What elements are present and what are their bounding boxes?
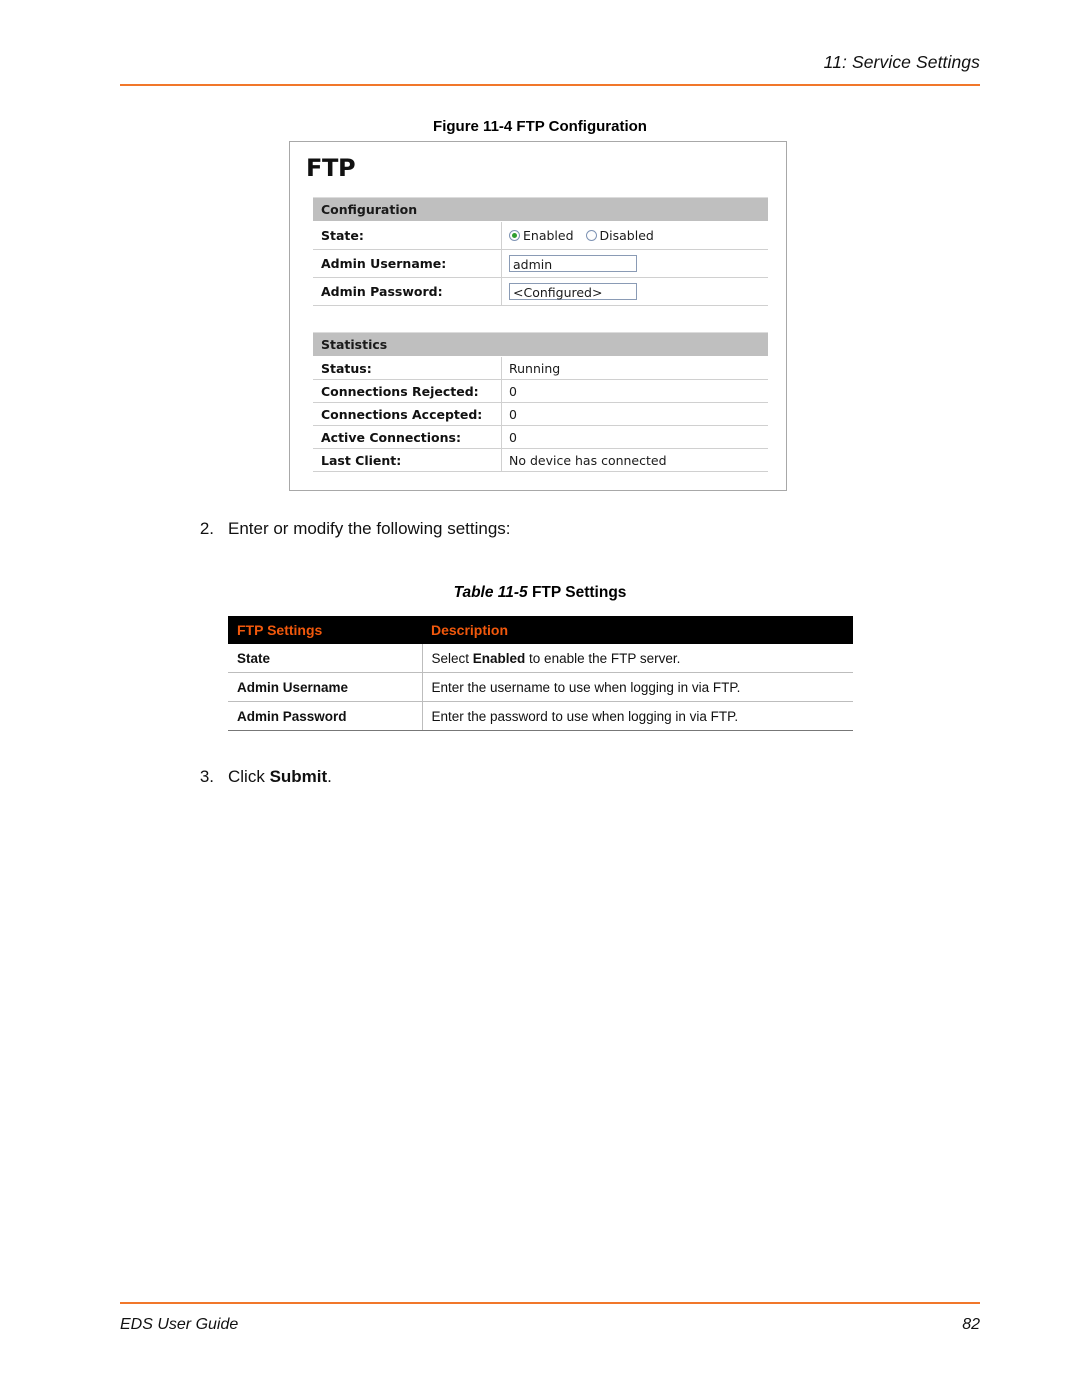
connections-accepted-label: Connections Accepted: [313, 403, 502, 426]
row-description-state: Select Enabled to enable the FTP server. [422, 644, 853, 673]
step-3-number: 3. [199, 767, 214, 786]
desc-state-before: Select [431, 650, 473, 666]
active-connections-label: Active Connections: [313, 426, 502, 449]
row-description-admin-password: Enter the password to use when logging i… [422, 701, 853, 731]
radio-disabled-icon[interactable] [585, 230, 597, 241]
running-header-text: 11: Service Settings [823, 52, 980, 72]
status-value: Running [502, 357, 768, 380]
config-row-admin-username: Admin Username: admin [313, 250, 768, 278]
state-value-cell: Enabled Disabled [502, 222, 768, 250]
state-radio-group[interactable]: Enabled Disabled [509, 228, 768, 243]
column-header-setting: FTP Settings [228, 616, 422, 644]
step-3-bold-submit: Submit [269, 767, 328, 786]
radio-disabled[interactable]: Disabled [585, 228, 654, 243]
row-description-admin-username: Enter the username to use when logging i… [422, 672, 853, 702]
statistics-table: Statistics Status: Running Connections R… [312, 332, 768, 472]
row-setting-state: State [228, 644, 423, 673]
state-label: State: [313, 222, 502, 250]
configuration-table: Configuration State: Enabled Disabled Ad… [312, 197, 768, 306]
running-header: 11: Service Settings [120, 52, 980, 73]
admin-username-label: Admin Username: [313, 250, 502, 278]
configuration-section-label: Configuration [313, 197, 768, 222]
radio-disabled-label: Disabled [599, 228, 654, 243]
last-client-value: No device has connected [502, 449, 768, 472]
desc-state-bold: Enabled [472, 650, 526, 666]
stat-row-connections-accepted: Connections Accepted: 0 [313, 403, 768, 426]
table-row: Admin Password Enter the password to use… [228, 701, 853, 731]
last-client-label: Last Client: [313, 449, 502, 472]
admin-password-input[interactable]: <Configured> [509, 283, 637, 300]
step-2: 2. Enter or modify the following settings… [182, 519, 511, 539]
step-2-number: 2. [199, 519, 214, 538]
footer-page-number: 82 [962, 1316, 980, 1333]
row-setting-admin-username: Admin Username [228, 672, 423, 702]
connections-rejected-label: Connections Rejected: [313, 380, 502, 403]
table-caption-title: FTP Settings [531, 584, 627, 601]
statistics-section-header-row: Statistics [313, 332, 768, 357]
active-connections-value: 0 [502, 426, 768, 449]
desc-state-after: to enable the FTP server. [525, 650, 681, 666]
config-row-state: State: Enabled Disabled [313, 222, 768, 250]
figure-caption: Figure 11-4 FTP Configuration [433, 118, 647, 135]
stat-row-connections-rejected: Connections Rejected: 0 [313, 380, 768, 403]
connections-rejected-value: 0 [502, 380, 768, 403]
footer-rule [120, 1302, 980, 1305]
step-3-text-after: . [327, 767, 332, 786]
step-3-text-before: Click [228, 767, 270, 786]
step-2-text: Enter or modify the following settings: [228, 519, 511, 538]
admin-password-value-cell: <Configured> [502, 278, 768, 306]
config-row-admin-password: Admin Password: <Configured> [313, 278, 768, 306]
radio-enabled-label: Enabled [523, 228, 574, 243]
column-header-description: Description [422, 616, 853, 644]
statistics-section-label: Statistics [313, 332, 768, 357]
admin-username-value-cell: admin [502, 250, 768, 278]
configuration-section-header-row: Configuration [313, 197, 768, 222]
radio-enabled[interactable]: Enabled [509, 228, 574, 243]
connections-accepted-value: 0 [502, 403, 768, 426]
stat-row-last-client: Last Client: No device has connected [313, 449, 768, 472]
stat-row-status: Status: Running [313, 357, 768, 380]
step-3: 3. Click Submit. [182, 767, 332, 787]
admin-username-input[interactable]: admin [509, 255, 637, 272]
status-label: Status: [313, 357, 502, 380]
table-caption: Table 11-5 FTP Settings [228, 584, 852, 602]
table-header-row: FTP Settings Description [228, 616, 853, 644]
row-setting-admin-password: Admin Password [228, 701, 423, 731]
table-row: Admin Username Enter the username to use… [228, 672, 853, 702]
table-caption-number: Table 11-5 [453, 584, 528, 601]
radio-enabled-icon[interactable] [509, 230, 520, 241]
table-row: State Select Enabled to enable the FTP s… [228, 644, 853, 673]
admin-password-label: Admin Password: [313, 278, 502, 306]
screenshot-page-title: FTP [306, 154, 356, 182]
header-rule [120, 84, 980, 87]
stat-row-active-connections: Active Connections: 0 [313, 426, 768, 449]
ftp-configuration-screenshot: FTP Configuration State: Enabled Disable… [289, 141, 787, 491]
ftp-settings-table: FTP Settings Description State Select En… [228, 616, 853, 731]
